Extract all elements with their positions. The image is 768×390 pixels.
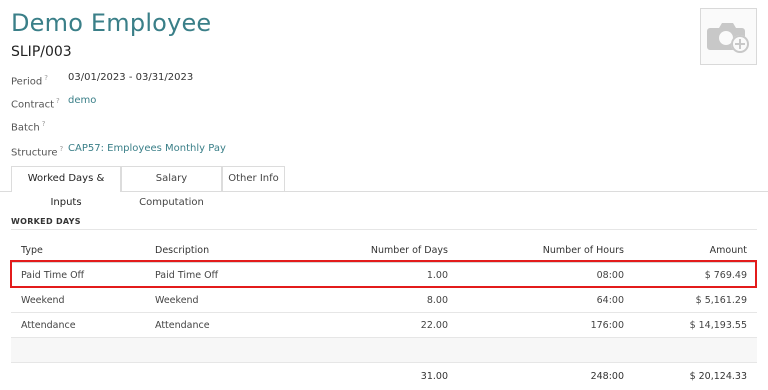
row-type[interactable]: Paid Time Off <box>11 262 145 288</box>
payslip-reference: SLIP/003 <box>11 44 72 60</box>
contract-link[interactable]: demo <box>68 94 96 108</box>
row-amount[interactable]: $ 14,193.55 <box>634 312 757 338</box>
row-type[interactable]: Weekend <box>11 287 145 313</box>
structure-label: Structure? <box>11 145 64 159</box>
period-value[interactable]: 03/01/2023 - 03/31/2023 <box>68 71 193 85</box>
employee-name-title[interactable]: Demo Employee <box>11 9 211 37</box>
row-type[interactable]: Attendance <box>11 312 145 338</box>
row-description[interactable]: Paid Time Off <box>145 262 325 288</box>
row-amount[interactable]: $ 5,161.29 <box>634 287 757 313</box>
camera-add-icon <box>707 23 749 53</box>
help-tooltip-icon[interactable]: ? <box>42 120 46 128</box>
table-row[interactable]: Weekend Weekend 8.00 64:00 $ 5,161.29 <box>11 287 757 313</box>
row-days[interactable]: 22.00 <box>325 312 458 338</box>
row-hours[interactable]: 08:00 <box>458 262 634 288</box>
column-header-days[interactable]: Number of Days <box>325 238 458 263</box>
worked-days-section-title: WORKED DAYS <box>11 217 81 226</box>
batch-label: Batch? <box>11 120 46 134</box>
table-row[interactable]: Attendance Attendance 22.00 176:00 $ 14,… <box>11 312 757 338</box>
help-tooltip-icon[interactable]: ? <box>56 97 60 105</box>
total-amount: $ 20,124.33 <box>634 362 757 387</box>
tab-worked-days-inputs[interactable]: Worked Days & Inputs <box>11 166 121 208</box>
row-hours[interactable]: 176:00 <box>458 312 634 338</box>
form-tabs: Worked Days & Inputs Salary Computation … <box>0 166 768 208</box>
help-tooltip-icon[interactable]: ? <box>44 74 48 82</box>
tab-salary-computation[interactable]: Salary Computation <box>121 166 222 208</box>
total-days: 31.00 <box>325 362 458 387</box>
total-hours: 248:00 <box>458 362 634 387</box>
contract-label: Contract? <box>11 97 60 111</box>
table-header-row: Type Description Number of Days Number o… <box>11 238 757 263</box>
table-row[interactable]: Paid Time Off Paid Time Off 1.00 08:00 $… <box>11 262 757 288</box>
period-label: Period? <box>11 74 48 88</box>
row-amount[interactable]: $ 769.49 <box>634 262 757 288</box>
column-header-type[interactable]: Type <box>11 238 145 263</box>
section-divider <box>11 229 757 230</box>
column-header-description[interactable]: Description <box>145 238 325 263</box>
employee-photo-upload[interactable] <box>700 8 757 65</box>
column-header-hours[interactable]: Number of Hours <box>458 238 634 263</box>
row-days[interactable]: 8.00 <box>325 287 458 313</box>
empty-row <box>11 337 757 363</box>
row-hours[interactable]: 64:00 <box>458 287 634 313</box>
help-tooltip-icon[interactable]: ? <box>60 145 64 153</box>
totals-row: 31.00 248:00 $ 20,124.33 <box>11 362 757 387</box>
row-description[interactable]: Weekend <box>145 287 325 313</box>
structure-link[interactable]: CAP57: Employees Monthly Pay <box>68 142 226 156</box>
column-header-amount[interactable]: Amount <box>634 238 757 263</box>
worked-days-table: Type Description Number of Days Number o… <box>11 238 757 387</box>
row-days[interactable]: 1.00 <box>325 262 458 288</box>
row-description[interactable]: Attendance <box>145 312 325 338</box>
tab-other-info[interactable]: Other Info <box>222 166 285 191</box>
